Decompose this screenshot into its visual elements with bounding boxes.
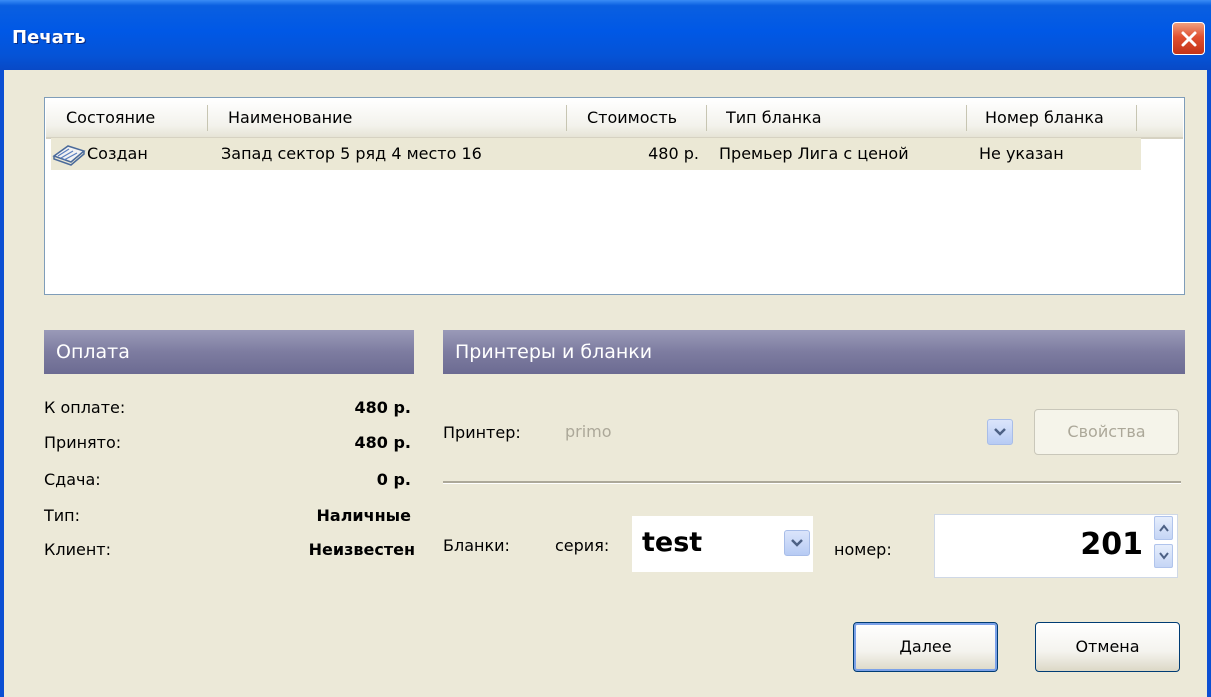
column-separator[interactable] — [207, 105, 208, 131]
series-dropdown-button[interactable] — [784, 530, 810, 556]
column-separator[interactable] — [566, 105, 567, 131]
payment-section-header: Оплата — [44, 330, 414, 374]
number-label: номер: — [834, 540, 892, 559]
close-x-icon — [1181, 31, 1196, 46]
window-frame-right — [1207, 70, 1211, 697]
printer-select[interactable]: primo — [550, 409, 1015, 455]
cancel-button[interactable]: Отмена — [1035, 622, 1180, 672]
number-value: 201 — [1080, 527, 1143, 562]
tickets-list[interactable]: Состояние Наименование Стоимость Тип бла… — [44, 97, 1185, 295]
properties-button[interactable]: Свойства — [1034, 409, 1179, 455]
spin-down-button[interactable] — [1154, 544, 1173, 568]
series-label: серия: — [555, 536, 610, 555]
print-dialog: Печать Состояние Наименование Стоимость … — [0, 0, 1211, 697]
title-bar[interactable]: Печать — [0, 0, 1211, 70]
document-icon — [51, 142, 87, 166]
printer-dropdown-button[interactable] — [987, 419, 1013, 445]
row-form-type: Премьер Лига с ценой — [719, 144, 909, 163]
column-header-form-type[interactable]: Тип бланка — [726, 99, 956, 137]
row-form-number: Не указан — [979, 144, 1064, 163]
close-button[interactable] — [1172, 22, 1205, 55]
chevron-down-icon — [791, 539, 803, 547]
spin-up-button[interactable] — [1154, 516, 1173, 540]
printer-label: Принтер: — [443, 423, 521, 442]
column-header-form-number[interactable]: Номер бланка — [985, 99, 1135, 137]
column-header-status[interactable]: Состояние — [66, 99, 206, 137]
printer-value: primo — [565, 422, 612, 441]
client-value: Неизвестен — [308, 540, 415, 559]
arrow-up-icon — [1158, 524, 1169, 532]
column-separator[interactable] — [1136, 105, 1137, 131]
window-frame-left — [0, 70, 4, 697]
chevron-down-icon — [994, 428, 1006, 436]
payment-type-value: Наличные — [316, 506, 411, 525]
client-label: Клиент: — [44, 540, 111, 559]
list-header: Состояние Наименование Стоимость Тип бла… — [46, 99, 1183, 139]
amount-due-value: 480 р. — [354, 398, 412, 417]
number-stepper[interactable]: 201 — [934, 514, 1178, 578]
printers-section-header: Принтеры и бланки — [443, 330, 1185, 374]
change-value: 0 р. — [376, 470, 411, 489]
column-header-cost[interactable]: Стоимость — [587, 99, 707, 137]
arrow-down-icon — [1158, 552, 1169, 560]
row-name: Запад сектор 5 ряд 4 место 16 — [221, 144, 482, 163]
next-button[interactable]: Далее — [853, 622, 998, 672]
section-divider — [443, 481, 1181, 484]
column-separator[interactable] — [966, 105, 967, 131]
column-separator[interactable] — [706, 105, 707, 131]
table-row[interactable]: Создан Запад сектор 5 ряд 4 место 16 480… — [51, 138, 1141, 170]
amount-due-label: К оплате: — [44, 398, 126, 417]
window-title: Печать — [12, 27, 86, 48]
change-label: Сдача: — [44, 470, 101, 489]
amount-received-value: 480 р. — [354, 433, 412, 452]
forms-label: Бланки: — [443, 536, 510, 555]
series-select[interactable]: test — [632, 516, 813, 572]
payment-type-label: Тип: — [44, 506, 81, 525]
column-header-name[interactable]: Наименование — [228, 99, 558, 137]
series-value: test — [642, 527, 703, 558]
amount-received-label: Принято: — [44, 433, 122, 452]
row-status: Создан — [87, 144, 148, 163]
row-cost: 480 р. — [648, 144, 699, 163]
